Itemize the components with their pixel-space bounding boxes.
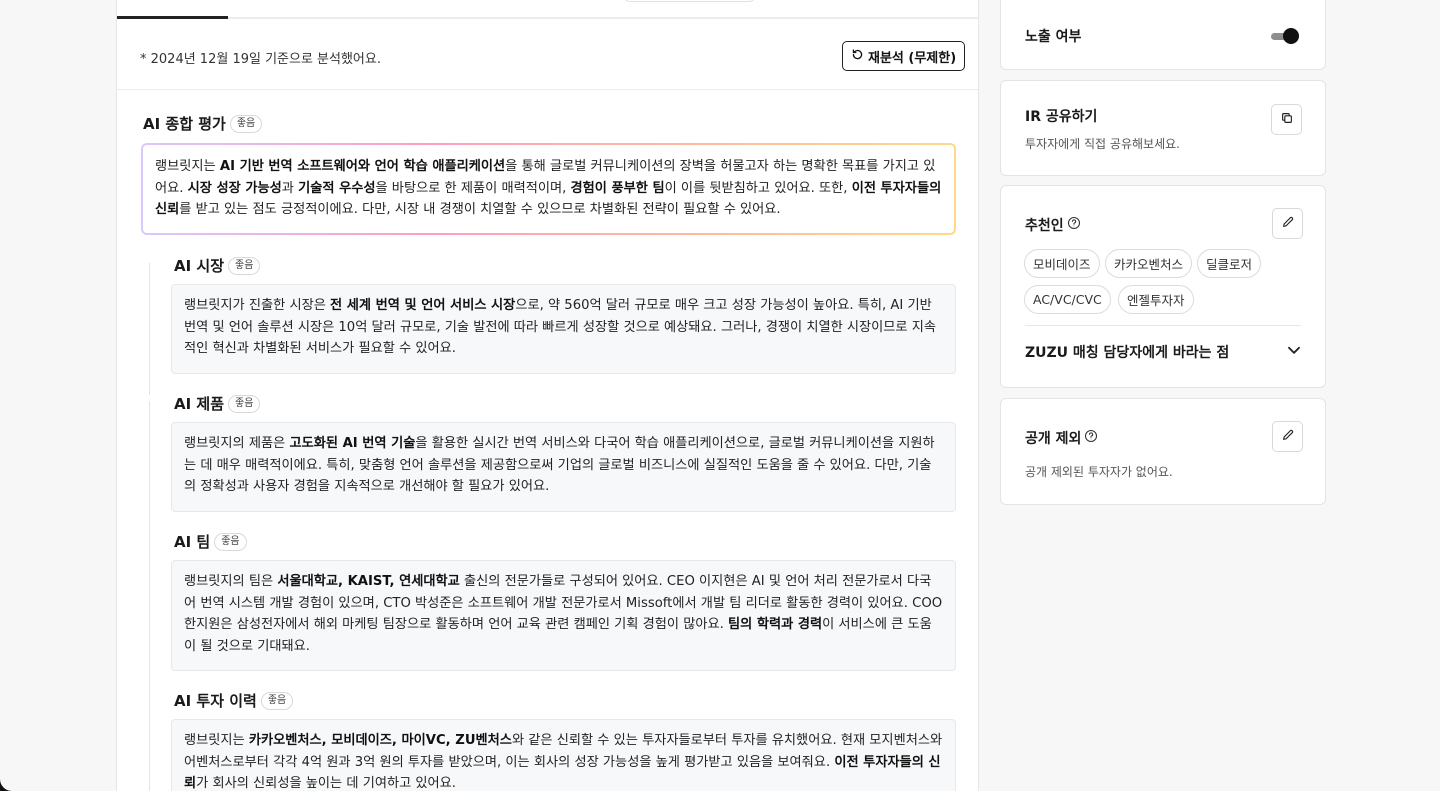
highlighted-text: 경험이 풍부한 팀 [570, 180, 665, 196]
tree-line [149, 263, 150, 395]
reanalyze-button[interactable]: 재분석 (무제한) [842, 41, 966, 71]
analysis-header: * 2024년 12월 19일 기준으로 분석했어요. 재분석 (무제한) [117, 19, 978, 90]
copy-button[interactable] [1271, 104, 1302, 135]
exposure-card: 노출 여부 [1000, 0, 1326, 70]
pencil-icon [1281, 427, 1295, 446]
highlighted-text: 팀의 학력과 경력 [727, 617, 823, 632]
body-text: 가 회사의 신뢰성을 높이는 데 기여하고 있어요. [196, 776, 456, 791]
analysis-panel: * 2024년 12월 19일 기준으로 분석했어요. 재분석 (무제한) AI… [116, 0, 979, 791]
market-analysis-box: 랭브릿지가 진출한 시장은 전 세계 번역 및 언어 서비스 시장으로, 약 5… [171, 284, 956, 374]
body-text: 랭브릿지는 [155, 159, 220, 174]
market-title-row: AI 시장 좋음 [174, 255, 261, 276]
ir-share-card: IR 공유하기 투자자에게 직접 공유해보세요. [1000, 80, 1326, 176]
pencil-icon [1281, 214, 1295, 233]
recommender-chip[interactable]: 엔젤투자자 [1118, 285, 1194, 314]
recommenders-title: 추천인 [1025, 218, 1064, 234]
edit-exclusion-button[interactable] [1272, 421, 1303, 452]
exclusion-card: 공개 제외 공개 제외된 투자자가 없어요. [1000, 398, 1326, 505]
section-title: AI 제품 [174, 395, 225, 413]
exclusion-title: 공개 제외 [1025, 431, 1082, 447]
body-text: 랭브릿지의 제품은 [184, 436, 290, 451]
section-badge: 좋음 [214, 532, 247, 551]
body-text: 을 바탕으로 한 제품이 매력적이며, [375, 180, 571, 196]
overall-title-row: AI 종합 평가 좋음 [143, 113, 263, 134]
accordion-label: ZUZU 매칭 담당자에게 바라는 점 [1025, 345, 1230, 361]
recommender-chip[interactable]: 모비데이즈 [1024, 249, 1100, 278]
team-title-row: AI 팀 좋음 [174, 531, 247, 552]
recommender-chip[interactable]: AC/VC/CVC [1024, 285, 1111, 314]
edit-recommenders-button[interactable] [1272, 208, 1303, 239]
refresh-icon [851, 48, 864, 65]
reanalyze-label: 재분석 (무제한) [868, 50, 957, 66]
card-divider [1025, 325, 1301, 326]
recommender-chip[interactable]: 딜클로저 [1197, 249, 1262, 278]
overall-badge: 좋음 [229, 114, 263, 133]
section-title: AI 투자 이력 [174, 692, 257, 710]
highlighted-text: 전 세계 번역 및 언어 서비스 시장 [330, 298, 516, 313]
investment-title-row: AI 투자 이력 좋음 [174, 690, 294, 711]
body-text: 랭브릿지는 [184, 733, 249, 748]
section-badge: 좋음 [228, 394, 261, 413]
body-text: 랭브릿지의 팀은 [184, 574, 278, 589]
body-text: 를 받고 있는 점도 긍정적이에요. 다만, 시장 내 경쟁이 치열할 수 있으… [179, 202, 781, 217]
matching-request-accordion[interactable]: ZUZU 매칭 담당자에게 바라는 점 [1025, 341, 1303, 363]
copy-icon [1280, 110, 1294, 129]
analysis-date-note: * 2024년 12월 19일 기준으로 분석했어요. [140, 52, 381, 67]
section-title: AI 시장 [174, 257, 225, 275]
chevron-down-icon [1285, 341, 1303, 363]
tab-pill[interactable] [623, 0, 756, 2]
highlighted-text: 시장 성장 가능성 [187, 180, 282, 196]
section-title: AI 팀 [174, 533, 211, 551]
highlighted-text: 카카오벤처스, 모비데이즈, 마이VC, ZU벤처스 [248, 733, 512, 748]
recommenders-title-row: 추천인 [1025, 215, 1081, 235]
highlighted-text: 기술적 우수성 [298, 180, 376, 196]
section-badge: 좋음 [228, 256, 261, 275]
tab-bar [117, 0, 978, 19]
window-corner [0, 779, 12, 791]
highlighted-text: 서울대학교, KAIST, 연세대학교 [277, 574, 460, 589]
ir-share-subtitle: 투자자에게 직접 공유해보세요. [1025, 137, 1180, 151]
exposure-label: 노출 여부 [1025, 29, 1082, 45]
body-text: 과 [281, 180, 299, 196]
tree-line [149, 401, 150, 791]
overall-title: AI 종합 평가 [143, 115, 226, 133]
recommenders-card: 추천인 모비데이즈 카카오벤처스 딜클로저 AC/VC/CVC 엔젤투자자 ZU… [1000, 185, 1326, 388]
body-text: 랭브릿지가 진출한 시장은 [184, 298, 331, 313]
toggle-knob [1283, 28, 1299, 44]
help-circle-icon[interactable] [1067, 216, 1081, 234]
ir-share-title: IR 공유하기 [1025, 109, 1098, 125]
body-text: 이 이를 뒷받침하고 있어요. 또한, [664, 180, 852, 196]
exclusion-subtitle: 공개 제외된 투자자가 없어요. [1025, 465, 1173, 479]
exposure-toggle[interactable] [1271, 28, 1299, 44]
product-title-row: AI 제품 좋음 [174, 393, 261, 414]
product-analysis-box: 랭브릿지의 제품은 고도화된 AI 번역 기술을 활용한 실시간 번역 서비스와… [171, 422, 956, 512]
recommender-chip[interactable]: 카카오벤처스 [1105, 249, 1193, 278]
investment-analysis-box: 랭브릿지는 카카오벤처스, 모비데이즈, 마이VC, ZU벤처스와 같은 신뢰할… [171, 719, 956, 791]
section-badge: 좋음 [260, 691, 294, 710]
overall-summary-text: 랭브릿지는 AI 기반 번역 소프트웨어와 언어 학습 애플리케이션을 통해 글… [143, 145, 954, 233]
overall-summary-box: 랭브릿지는 AI 기반 번역 소프트웨어와 언어 학습 애플리케이션을 통해 글… [141, 143, 956, 235]
highlighted-text: 고도화된 AI 번역 기술 [289, 436, 416, 451]
team-analysis-box: 랭브릿지의 팀은 서울대학교, KAIST, 연세대학교 출신의 전문가들로 구… [171, 560, 956, 671]
highlighted-text: AI 기반 번역 소프트웨어와 언어 학습 애플리케이션 [219, 159, 506, 174]
exclusion-title-row: 공개 제외 [1025, 428, 1098, 448]
help-circle-icon[interactable] [1084, 429, 1098, 447]
